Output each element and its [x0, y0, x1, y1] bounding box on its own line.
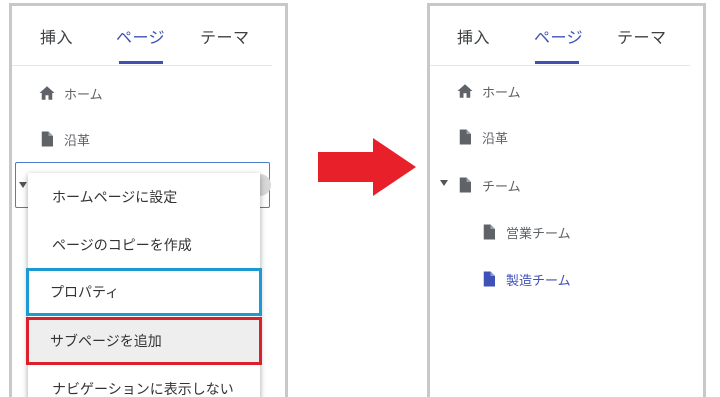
document-icon [41, 131, 53, 147]
page-item-label: 沿革 [64, 133, 91, 149]
page-item-sales-team[interactable]: 営業チーム [480, 220, 571, 244]
tab-pages[interactable]: ページ [116, 24, 165, 48]
tab-bar: 挿入 ページ テーマ [430, 6, 690, 66]
home-icon [457, 84, 473, 98]
home-icon [39, 86, 55, 100]
page-item-home[interactable]: ホーム [456, 79, 521, 103]
page-item-manufacturing-team[interactable]: 製造チーム [480, 267, 571, 291]
tab-theme[interactable]: テーマ [200, 24, 250, 48]
menu-item-hide-from-nav[interactable]: ナビゲーションに表示しない [28, 365, 260, 397]
tab-theme[interactable]: テーマ [617, 24, 667, 48]
page-item-label: ホーム [482, 85, 521, 101]
document-icon [459, 129, 471, 145]
page-item-label: 沿革 [482, 131, 509, 147]
menu-item-duplicate[interactable]: ページのコピーを作成 [28, 221, 260, 269]
active-tab-indicator [535, 61, 579, 64]
page-item-team[interactable]: チーム [456, 173, 521, 197]
document-icon [459, 177, 471, 193]
tab-pages[interactable]: ページ [534, 24, 583, 48]
right-arrow-icon [318, 138, 416, 196]
tab-insert[interactable]: 挿入 [40, 24, 73, 48]
expand-caret-icon[interactable] [19, 182, 27, 188]
document-icon [483, 271, 495, 287]
page-item-history[interactable]: 沿革 [38, 127, 90, 151]
page-item-label: ホーム [64, 87, 103, 103]
menu-item-add-subpage[interactable]: サブページを追加 [26, 317, 262, 365]
right-panel: 挿入 ページ テーマ ホーム 沿革 チーム 営業チーム 製造チーム [427, 3, 706, 397]
collapse-caret-icon[interactable] [440, 180, 448, 186]
page-item-label: 製造チーム [506, 273, 571, 289]
page-context-menu: ホームページに設定 ページのコピーを作成 プロパティ サブページを追加 ナビゲー… [26, 173, 262, 397]
page-item-label: 営業チーム [506, 226, 571, 242]
tab-insert[interactable]: 挿入 [457, 24, 490, 48]
page-item-label: チーム [482, 179, 521, 195]
left-panel: 挿入 ページ テーマ ホーム 沿革 ホームページに設定 ページのコピーを作成 プ… [9, 3, 288, 397]
menu-item-properties[interactable]: プロパティ [26, 268, 262, 316]
page-item-history[interactable]: 沿革 [456, 125, 508, 149]
active-tab-indicator [119, 61, 163, 64]
document-icon [483, 224, 495, 240]
page-item-home[interactable]: ホーム [38, 81, 103, 105]
menu-item-set-home[interactable]: ホームページに設定 [28, 173, 260, 221]
tab-bar: 挿入 ページ テーマ [12, 6, 272, 66]
